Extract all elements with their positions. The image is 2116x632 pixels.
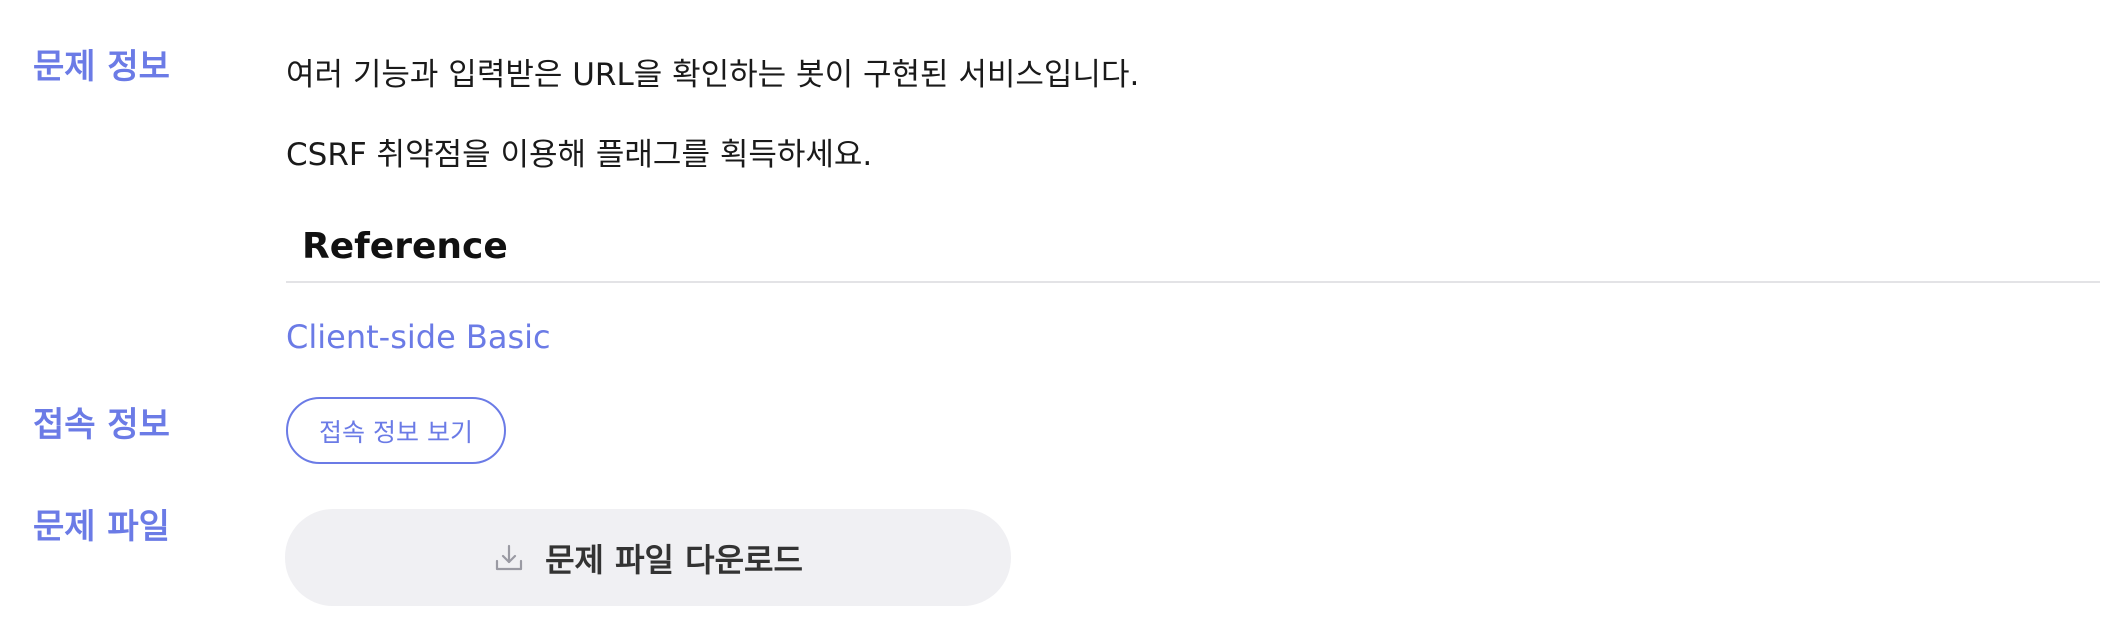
reference-divider [286, 281, 2100, 283]
problem-info-label: 문제 정보 [33, 47, 170, 87]
view-access-info-button[interactable]: 접속 정보 보기 [286, 397, 506, 464]
download-icon [493, 542, 525, 574]
view-access-info-button-label: 접속 정보 보기 [319, 417, 473, 447]
download-problem-file-label: 문제 파일 다운로드 [545, 540, 803, 579]
reference-heading: Reference [302, 226, 508, 267]
problem-description-line-2: CSRF 취약점을 이용해 플래그를 획득하세요. [286, 137, 873, 173]
problem-file-label: 문제 파일 [33, 507, 170, 547]
access-info-label: 접속 정보 [33, 405, 170, 445]
reference-link-client-side-basic[interactable]: Client-side Basic [286, 321, 551, 353]
problem-description-line-1: 여러 기능과 입력받은 URL을 확인하는 봇이 구현된 서비스입니다. [286, 57, 1140, 93]
download-problem-file-button[interactable]: 문제 파일 다운로드 [285, 509, 1011, 606]
